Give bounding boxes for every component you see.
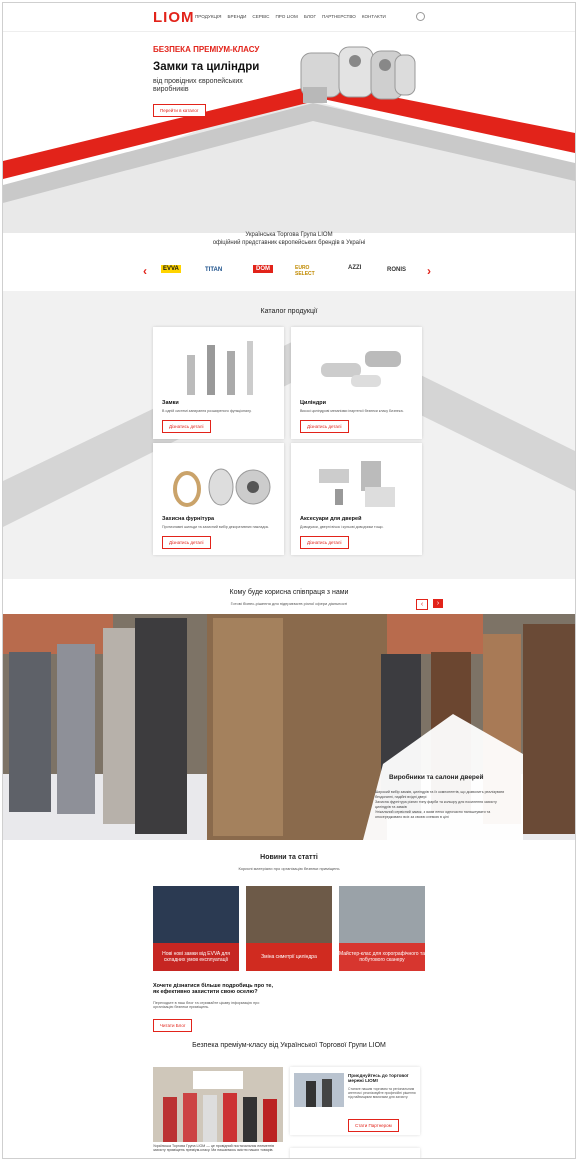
nav-item-brands[interactable]: БРЕНДИ (228, 14, 247, 19)
catalog-background-shape (3, 327, 575, 527)
bottom-title: Безпека преміум-класу від Української То… (192, 1042, 386, 1049)
become-partner-button[interactable]: Стати Партнером (348, 1119, 399, 1132)
catalog-title: Каталог продукції (260, 308, 318, 315)
page-frame: LIOM ПРОДУКЦІЯ БРЕНДИ СЕРВІС ПРО LIOM БЛ… (2, 2, 576, 1159)
details-button[interactable]: Дізнатись деталі (162, 536, 211, 549)
card-title: Захисна фурнітура (162, 516, 215, 522)
partner-title: Приєднуйтесь до торгової мережі LIOM! (348, 1073, 409, 1083)
list-item: Захисна фурнітура різних типу фарби та к… (375, 800, 497, 809)
hero-title: Замки та циліндри (153, 61, 260, 73)
nav-item-service[interactable]: СЕРВІС (252, 14, 269, 19)
nav-item-about[interactable]: ПРО LIOM (275, 14, 297, 19)
brands-line2: офіційний представник європейських бренд… (212, 240, 366, 246)
brand-euro-select[interactable]: EURO SELECT (295, 265, 329, 277)
news-title: Новини та статті (260, 854, 318, 861)
nav-item-blog[interactable]: БЛОГ (304, 14, 316, 19)
team-illustration (153, 1067, 283, 1142)
nav-item-products[interactable]: ПРОДУКЦІЯ (195, 14, 222, 19)
brand-titan[interactable]: TITAN (205, 267, 222, 273)
coop-panel-title: Виробники та салони дверей (389, 774, 484, 781)
news-card[interactable]: Майстер-клас для хорографічного та побут… (339, 886, 425, 971)
brands-next-icon[interactable]: › (427, 264, 431, 278)
coop-subtitle: Готові бізнес-рішення для підприємств рі… (230, 601, 348, 606)
card-desc: Протизламні шильди та захисний вибір дек… (162, 525, 270, 529)
news-card[interactable]: Зміна симетрії циліндра (246, 886, 332, 971)
cylinders-image (300, 46, 416, 103)
team-description: Українська Торгова Група LIOM — це прові… (153, 1144, 275, 1152)
catalog-button[interactable]: Перейти в каталог (153, 104, 206, 117)
brands-intro: Українська Торгова Група LIOM офіційний … (3, 231, 575, 247)
news-card-caption: Майстер-клас для хорографічного та побут… (339, 943, 425, 971)
partner-card: Приєднуйтесь до торгової мережі LIOM! Ст… (290, 1067, 420, 1135)
locks-image (187, 341, 253, 395)
hardware-image (173, 468, 271, 507)
details-button[interactable]: Дізнатись деталі (162, 420, 211, 433)
list-item: Унікальний сервісний замок, з яким легко… (375, 810, 491, 819)
brand-evva[interactable]: EVVA (161, 265, 181, 273)
news-card-caption: Зміна симетрії циліндра (246, 943, 332, 971)
hero-kicker: БЕЗПЕКА ПРЕМІУМ-КЛАСУ (153, 45, 260, 54)
coop-title: Кому буде корисна співпраця з нами (229, 589, 349, 596)
team-photo (153, 1067, 283, 1142)
nav-item-partnership[interactable]: ПАРТНЕРСТВО (322, 14, 356, 19)
catalog-card-locks[interactable]: Замки В одній системі запирання розширен… (153, 327, 284, 439)
coop-next-icon[interactable]: › (433, 599, 443, 608)
blog-description: Переходьте в наш блог та отримайте цікав… (153, 1001, 260, 1009)
news-card-caption: Нові нові замки від EVVA для складних ум… (153, 943, 239, 971)
partner-card-secondary (290, 1148, 420, 1158)
card-desc: Доводчики, дверні вічка і кульові доводч… (300, 525, 384, 529)
coop-panel-points: Широкий вибір замків, циліндрів та їх ко… (375, 790, 505, 820)
catalog-card-cylinders[interactable]: Циліндри Високі циліндрові механізми іпа… (291, 327, 422, 439)
logo[interactable]: LIOM (153, 9, 195, 26)
card-desc: В одній системі запирання розширеного фу… (162, 409, 252, 413)
brand-ronis[interactable]: RONIS (387, 267, 406, 273)
catalog-card-hardware[interactable]: Захисна фурнітура Протизламні шильди та … (153, 443, 284, 555)
brand-azzi[interactable]: AZZI (348, 265, 361, 271)
list-item: Широкий вибір замків, циліндрів та їх ко… (375, 790, 505, 799)
brand-dom[interactable]: DOM (253, 265, 273, 273)
news-card[interactable]: Нові нові замки від EVVA для складних ум… (153, 886, 239, 971)
card-desc: Високі циліндрові механізми іпартеної бе… (300, 409, 404, 413)
blog-question: Хочете дізнатися більше подробиць про те… (153, 983, 273, 995)
accessories-image (319, 461, 395, 507)
nav-item-contacts[interactable]: КОНТАКТИ (362, 14, 386, 19)
brands-prev-icon[interactable]: ‹ (143, 264, 147, 278)
hero-background (3, 83, 575, 233)
brands-line1: Українська Торгова Група LIOM (245, 232, 333, 238)
details-button[interactable]: Дізнатись деталі (300, 420, 349, 433)
catalog-section: Каталог продукції Замки В одній системі … (3, 291, 575, 579)
hero-subtitle: від провідних європейських виробників (153, 78, 243, 93)
cylinders-card-image (321, 351, 401, 387)
news-subtitle: Корисні матеріали про організацію безпек… (238, 866, 340, 871)
card-title: Замки (162, 400, 179, 406)
search-icon[interactable] (416, 12, 425, 21)
card-title: Циліндри (300, 400, 326, 406)
card-title: Аксесуари для дверей (300, 516, 362, 522)
main-nav: ПРОДУКЦІЯ БРЕНДИ СЕРВІС ПРО LIOM БЛОГ ПА… (195, 14, 386, 19)
partner-photo (294, 1073, 344, 1107)
read-blog-button[interactable]: Читати Блог (153, 1019, 193, 1032)
coop-prev-icon[interactable]: ‹ (416, 599, 428, 610)
catalog-card-accessories[interactable]: Аксесуари для дверей Доводчики, дверні в… (291, 443, 422, 555)
doors-showroom-photo: Виробники та салони дверей Широкий вибір… (3, 614, 575, 840)
details-button[interactable]: Дізнатись деталі (300, 536, 349, 549)
partner-description: Станьте нашим торговим та регіональним а… (348, 1087, 416, 1099)
